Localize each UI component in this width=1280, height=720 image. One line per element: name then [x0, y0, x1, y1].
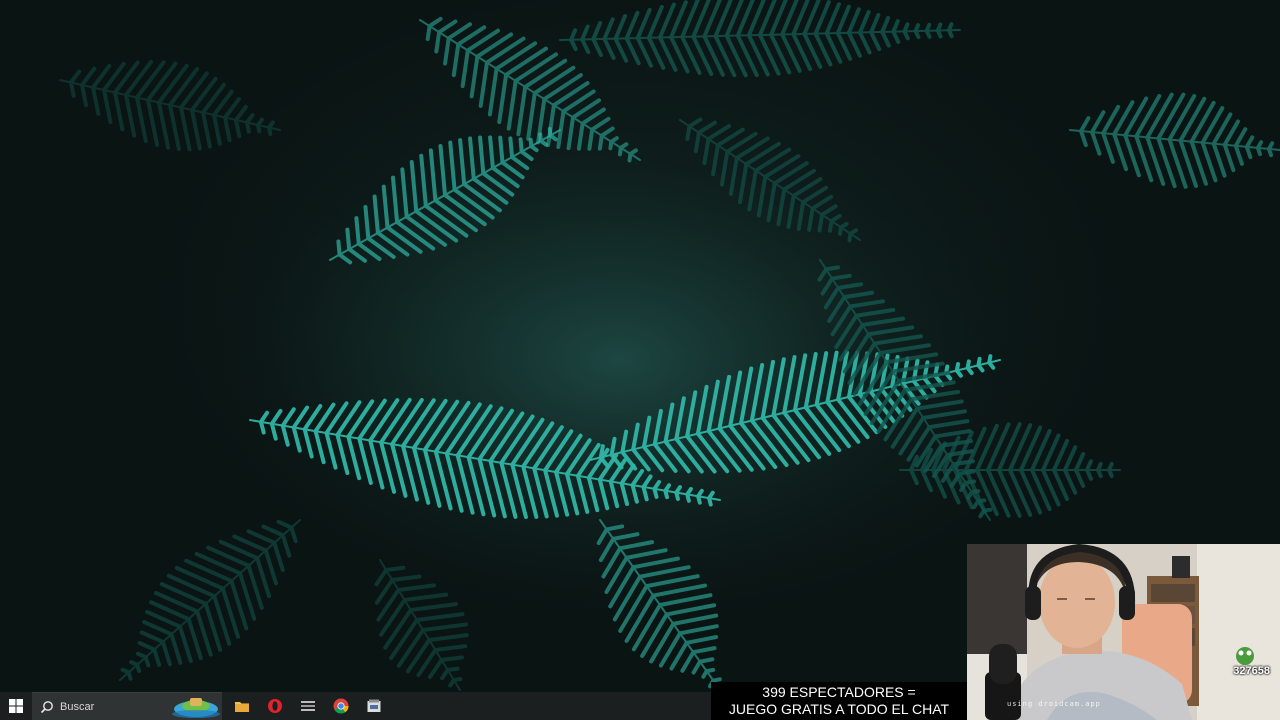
webcam-watermark: using droidcam.app [1007, 700, 1101, 708]
webcam-overlay: using droidcam.app 327658 [967, 544, 1280, 720]
search-highlight-illustration-icon [172, 698, 220, 718]
caption-line-giveaway: JUEGO GRATIS A TODO EL CHAT [728, 701, 950, 717]
fern-frond [119, 519, 301, 681]
windows-logo-icon [9, 699, 23, 713]
search-icon [40, 700, 53, 713]
taskbar-search-box[interactable]: Buscar [32, 692, 222, 720]
fern-frond [59, 59, 281, 152]
opera-browser-icon[interactable] [258, 692, 291, 720]
webcam-feed-image [967, 544, 1280, 720]
stream-caption-overlay: 399 ESPECTADORES = JUEGO GRATIS A TODO E… [711, 682, 967, 720]
caption-line-viewers: 399 ESPECTADORES = [762, 684, 916, 700]
chrome-browser-icon[interactable] [324, 692, 357, 720]
fern-frond [1069, 92, 1280, 189]
search-placeholder: Buscar [60, 700, 95, 713]
app-launcher-icon[interactable] [291, 692, 324, 720]
start-button[interactable] [0, 692, 32, 720]
store-app-icon[interactable] [357, 692, 390, 720]
file-explorer-icon[interactable] [225, 692, 258, 720]
fern-frond [559, 0, 961, 78]
webcam-counter-label: 327658 [1233, 665, 1270, 677]
